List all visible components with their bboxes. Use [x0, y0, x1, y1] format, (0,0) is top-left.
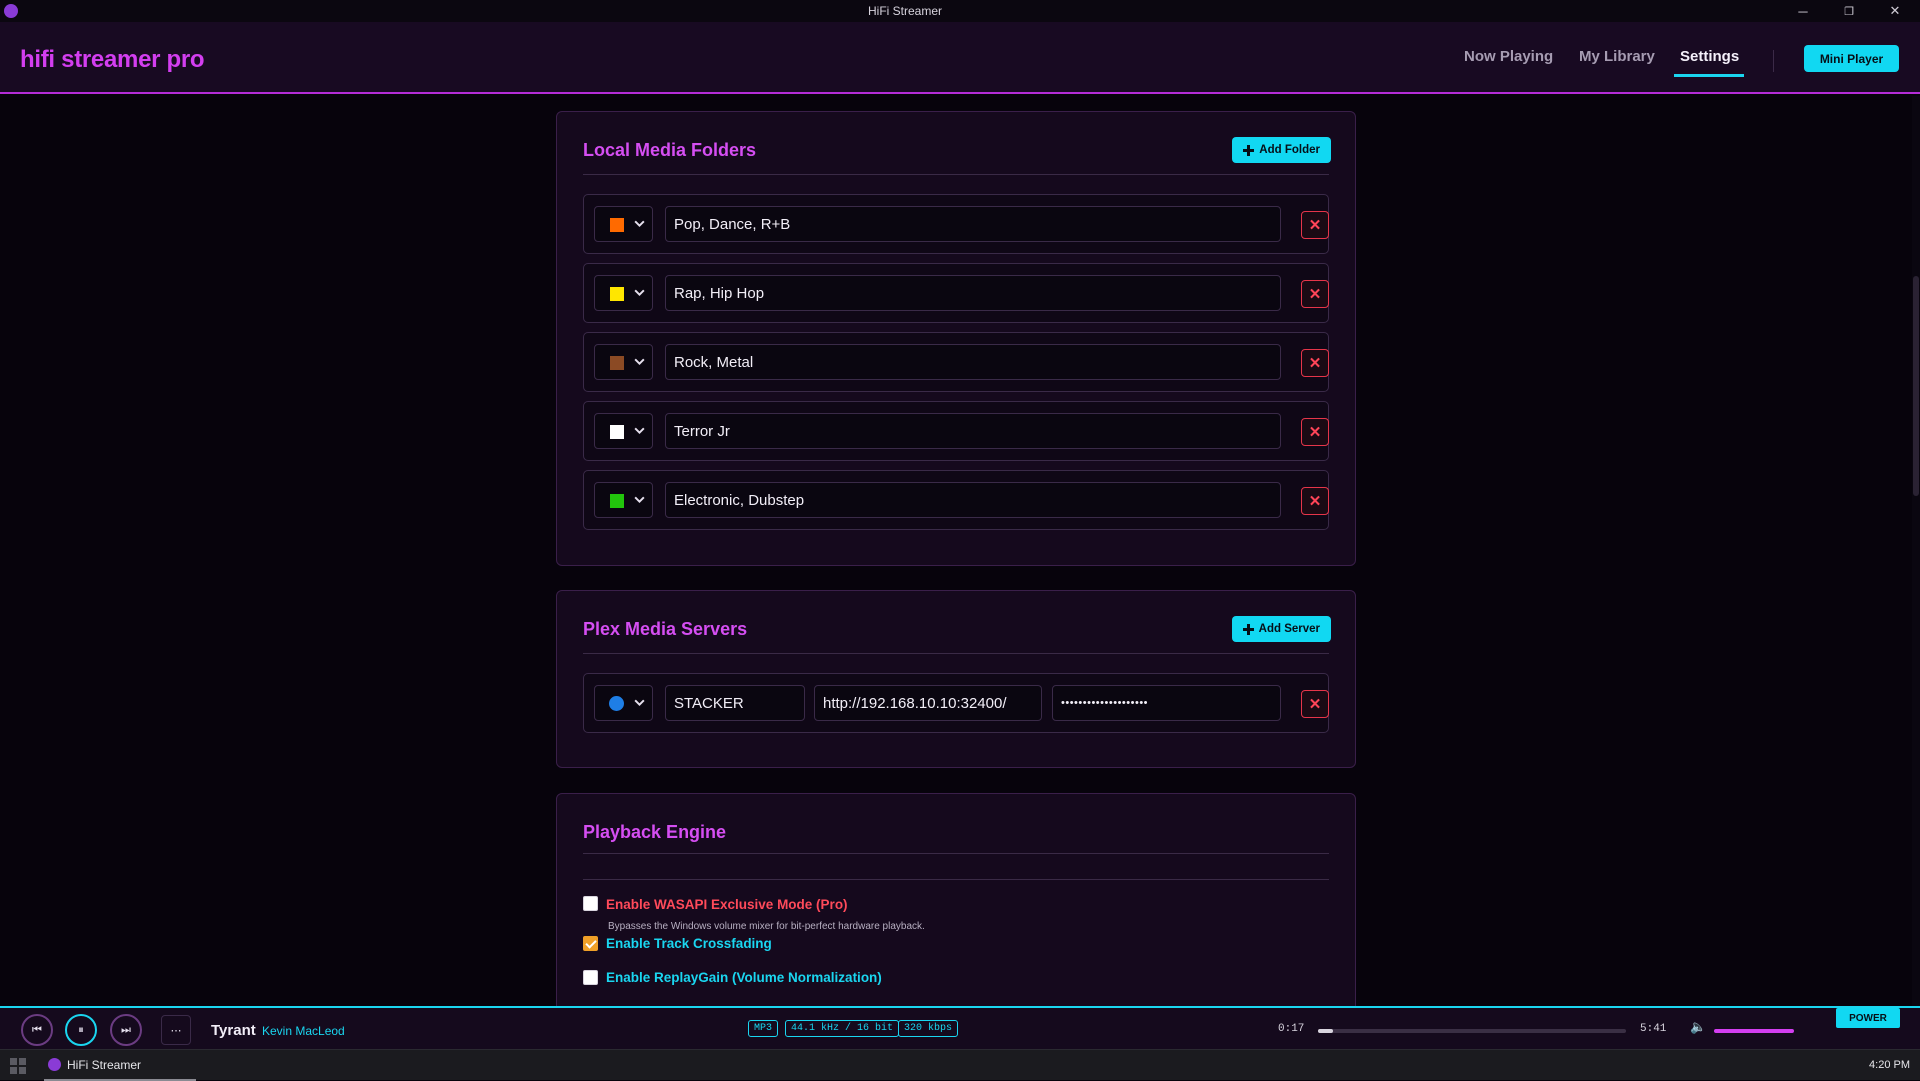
- color-select[interactable]: [594, 413, 653, 449]
- folder-row: Pop, Dance, R+B ✕: [583, 194, 1329, 254]
- volume-icon[interactable]: 🔈: [1690, 1020, 1706, 1035]
- color-select[interactable]: [594, 685, 653, 721]
- start-icon[interactable]: [10, 1058, 26, 1074]
- color-swatch: [609, 696, 624, 711]
- mini-player-button[interactable]: Mini Player: [1804, 45, 1899, 72]
- track-artist[interactable]: Kevin MacLeod: [262, 1024, 345, 1038]
- folder-name-input[interactable]: Electronic, Dubstep: [665, 482, 1281, 518]
- scrollbar-track[interactable]: [1912, 96, 1920, 1006]
- restore-button[interactable]: ❐: [1826, 0, 1872, 22]
- folder-name-input[interactable]: Terror Jr: [665, 413, 1281, 449]
- chevron-down-icon: [634, 289, 645, 297]
- folder-name-input[interactable]: Pop, Dance, R+B: [665, 206, 1281, 242]
- minimize-button[interactable]: ─: [1780, 0, 1826, 22]
- taskbar: HiFi Streamer 4:20 PM: [0, 1049, 1920, 1081]
- crossfade-label[interactable]: Enable Track Crossfading: [606, 936, 772, 951]
- plex-servers-card: Plex Media Servers Add Server STACKER ht…: [556, 590, 1356, 768]
- playback-engine-card: Playback Engine Enable WASAPI Exclusive …: [556, 793, 1356, 1023]
- brand-logo: hifi streamer pro: [20, 46, 205, 73]
- nav-settings[interactable]: Settings: [1680, 48, 1739, 65]
- divider: [583, 853, 1329, 854]
- color-select[interactable]: [594, 482, 653, 518]
- app-icon: [48, 1058, 61, 1071]
- taskbar-app-label: HiFi Streamer: [67, 1057, 142, 1072]
- more-button[interactable]: ⋯: [161, 1015, 191, 1045]
- add-folder-button[interactable]: Add Folder: [1232, 137, 1331, 163]
- wasapi-checkbox[interactable]: [583, 896, 598, 911]
- track-title: Tyrant: [211, 1022, 256, 1039]
- divider: [583, 174, 1329, 175]
- remove-folder-button[interactable]: ✕: [1301, 349, 1329, 377]
- active-tab-indicator: [1674, 74, 1744, 77]
- bitrate-badge: 320 kbps: [898, 1020, 959, 1037]
- replaygain-checkbox[interactable]: [583, 970, 598, 985]
- server-name-input[interactable]: STACKER: [665, 685, 805, 721]
- chevron-down-icon: [634, 496, 645, 504]
- divider: [583, 653, 1329, 654]
- folder-name-input[interactable]: Rap, Hip Hop: [665, 275, 1281, 311]
- seek-bar[interactable]: [1318, 1029, 1626, 1033]
- taskbar-app-button[interactable]: HiFi Streamer: [44, 1050, 196, 1081]
- wasapi-hint: Bypasses the Windows volume mixer for bi…: [608, 921, 925, 932]
- folder-name-input[interactable]: Rock, Metal: [665, 344, 1281, 380]
- local-folders-title: Local Media Folders: [583, 140, 757, 160]
- color-select[interactable]: [594, 344, 653, 380]
- nav-my-library[interactable]: My Library: [1579, 48, 1655, 65]
- add-folder-label: Add Folder: [1259, 144, 1320, 156]
- scrollbar-thumb[interactable]: [1913, 276, 1919, 496]
- duration-time: 5:41: [1640, 1023, 1667, 1035]
- add-server-label: Add Server: [1258, 623, 1320, 635]
- title-bar: HiFi Streamer ─ ❐ ✕: [0, 0, 1920, 22]
- app-header: hifi streamer pro Now Playing My Library…: [0, 22, 1920, 94]
- nav-divider: [1773, 50, 1774, 72]
- remove-folder-button[interactable]: ✕: [1301, 280, 1329, 308]
- color-swatch: [610, 218, 624, 232]
- chevron-down-icon: [634, 699, 645, 707]
- local-folders-card: Local Media Folders Add Folder Pop, Danc…: [556, 111, 1356, 566]
- player-bar: ⏮ ⏸ ⏭ ⋯ Tyrant Kevin MacLeod MP3 44.1 kH…: [0, 1006, 1920, 1049]
- pause-button[interactable]: ⏸: [65, 1014, 97, 1046]
- remove-folder-button[interactable]: ✕: [1301, 211, 1329, 239]
- format-badge: MP3: [748, 1020, 779, 1037]
- remove-folder-button[interactable]: ✕: [1301, 418, 1329, 446]
- chevron-down-icon: [634, 358, 645, 366]
- previous-button[interactable]: ⏮: [21, 1014, 53, 1046]
- server-token-input[interactable]: ••••••••••••••••••••: [1052, 685, 1281, 721]
- close-button[interactable]: ✕: [1872, 0, 1918, 22]
- next-button[interactable]: ⏭: [110, 1014, 142, 1046]
- plus-icon: [1243, 144, 1255, 156]
- folder-row: Terror Jr ✕: [583, 401, 1329, 461]
- volume-slider[interactable]: [1714, 1029, 1794, 1033]
- color-select[interactable]: [594, 275, 653, 311]
- chevron-down-icon: [634, 427, 645, 435]
- sample-rate-badge: 44.1 kHz / 16 bit: [785, 1020, 900, 1037]
- server-url-input[interactable]: http://192.168.10.10:32400/: [814, 685, 1042, 721]
- taskbar-clock: 4:20 PM: [1869, 1059, 1910, 1071]
- server-row: STACKER http://192.168.10.10:32400/ ••••…: [583, 673, 1329, 733]
- playback-engine-title: Playback Engine: [583, 822, 727, 842]
- folder-row: Electronic, Dubstep ✕: [583, 470, 1329, 530]
- folder-row: Rap, Hip Hop ✕: [583, 263, 1329, 323]
- color-swatch: [610, 425, 624, 439]
- plus-icon: [1242, 623, 1254, 635]
- wasapi-label[interactable]: Enable WASAPI Exclusive Mode (Pro): [606, 897, 848, 912]
- elapsed-time: 0:17: [1278, 1023, 1305, 1035]
- nav-now-playing[interactable]: Now Playing: [1464, 48, 1553, 65]
- color-select[interactable]: [594, 206, 653, 242]
- plex-servers-title: Plex Media Servers: [583, 619, 748, 639]
- chevron-down-icon: [634, 220, 645, 228]
- folder-row: Rock, Metal ✕: [583, 332, 1329, 392]
- remove-folder-button[interactable]: ✕: [1301, 487, 1329, 515]
- color-swatch: [610, 356, 624, 370]
- crossfade-checkbox[interactable]: [583, 936, 598, 951]
- window-title: HiFi Streamer: [867, 4, 942, 18]
- remove-server-button[interactable]: ✕: [1301, 690, 1329, 718]
- color-swatch: [610, 494, 624, 508]
- color-swatch: [610, 287, 624, 301]
- divider: [583, 879, 1329, 880]
- seek-progress: [1318, 1029, 1333, 1033]
- replaygain-label[interactable]: Enable ReplayGain (Volume Normalization): [606, 970, 882, 985]
- power-button[interactable]: POWER: [1836, 1008, 1900, 1028]
- add-server-button[interactable]: Add Server: [1231, 616, 1331, 642]
